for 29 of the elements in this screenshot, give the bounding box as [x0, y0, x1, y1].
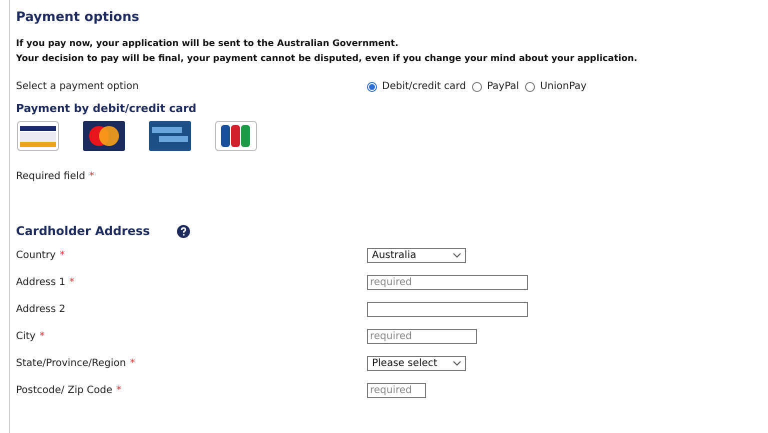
- banded-card-icon: [149, 121, 191, 151]
- field-label: Address 1 *: [16, 277, 74, 288]
- striped-card-icon: [17, 121, 59, 151]
- chevron-icon: [453, 361, 461, 366]
- page-title: Payment options: [16, 10, 140, 25]
- bands-card-icon: [215, 121, 257, 151]
- required-note: Required field *: [16, 171, 94, 182]
- field-label: Select a payment option: [16, 81, 139, 92]
- field-label: Country *: [16, 250, 65, 261]
- help-icon[interactable]: [176, 224, 190, 238]
- section-title: Cardholder Address: [16, 224, 150, 238]
- input-field[interactable]: [367, 302, 528, 317]
- field-label: State/Province/Region *: [16, 358, 135, 369]
- dropdown[interactable]: Please select: [367, 356, 466, 371]
- input-field[interactable]: required: [367, 329, 477, 344]
- field-label: Postcode/ Zip Code *: [16, 385, 122, 396]
- dropdown[interactable]: Australia: [367, 248, 466, 263]
- input-field[interactable]: required: [367, 275, 528, 290]
- field-label: Address 2: [16, 304, 66, 315]
- notice-text: If you pay now, your application will be sent to the Australian Government.: [16, 38, 398, 51]
- radio-option[interactable]: PayPal: [472, 81, 520, 92]
- radio-option[interactable]: UnionPay: [525, 81, 587, 92]
- chevron-icon: [453, 253, 461, 258]
- circles-card-icon: [83, 121, 125, 151]
- notice-text: Your decision to pay will be final, your payment cannot be disputed, even if you change your mind about your application.: [16, 53, 638, 66]
- field-label: City *: [16, 331, 45, 342]
- section-title: Payment by debit/credit card: [16, 102, 196, 115]
- radio-option[interactable]: Debit/credit card: [367, 81, 466, 92]
- input-field[interactable]: required: [367, 383, 426, 398]
